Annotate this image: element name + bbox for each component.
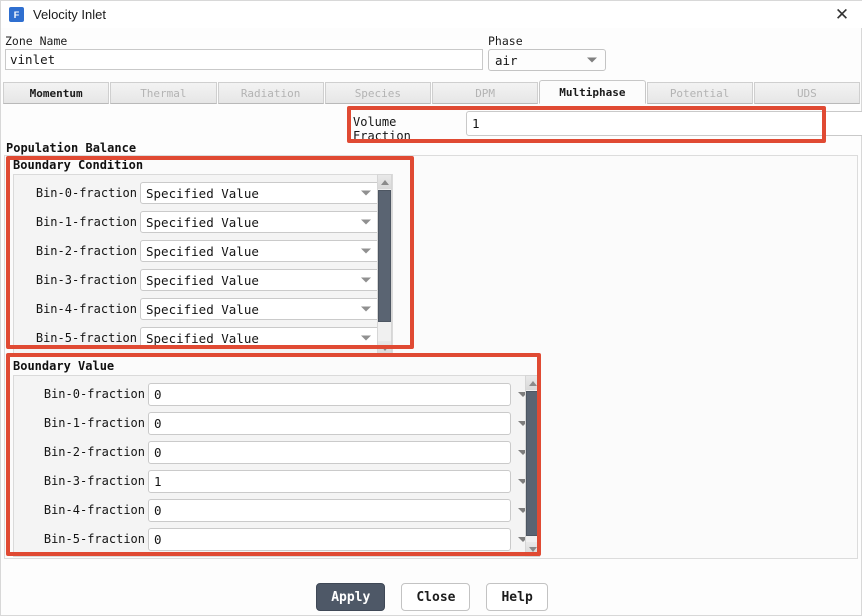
bin-value-label: Bin-1-fraction	[30, 416, 145, 430]
close-button[interactable]: Close	[401, 583, 470, 611]
chevron-down-icon	[361, 307, 371, 312]
scroll-down-icon[interactable]	[526, 542, 539, 556]
zone-name-label: Zone Name	[5, 34, 67, 48]
bin-condition-select[interactable]: Specified Value	[140, 327, 380, 349]
chevron-down-icon	[361, 249, 371, 254]
bin-value-input[interactable]	[148, 383, 511, 406]
bin-value-label: Bin-5-fraction	[30, 532, 145, 546]
bin-condition-label: Bin-2-fraction	[22, 244, 137, 258]
dialog-footer: Apply Close Help	[1, 577, 862, 616]
tab-momentum[interactable]: Momentum	[3, 82, 109, 104]
chevron-down-icon	[361, 278, 371, 283]
tab-label: UDS	[797, 87, 817, 100]
phase-label: Phase	[488, 34, 523, 48]
boundary-value-scrollbar[interactable]	[525, 375, 540, 557]
chevron-down-icon	[587, 58, 597, 63]
window-title: Velocity Inlet	[33, 7, 106, 22]
tab-species[interactable]: Species	[325, 82, 431, 104]
bin-condition-label: Bin-4-fraction	[22, 302, 137, 316]
help-button[interactable]: Help	[486, 583, 547, 611]
bin-value-input[interactable]	[148, 412, 511, 435]
bin-value-label: Bin-3-fraction	[30, 474, 145, 488]
bin-condition-select[interactable]: Specified Value	[140, 182, 380, 204]
title-bar: F Velocity Inlet ✕	[1, 1, 862, 28]
bin-condition-value: Specified Value	[146, 331, 259, 346]
chevron-down-icon	[361, 220, 371, 225]
volume-fraction-label: Volume Fraction	[353, 115, 411, 143]
scroll-up-icon[interactable]	[378, 175, 391, 189]
bin-condition-label: Bin-5-fraction	[22, 331, 137, 345]
bin-condition-select[interactable]: Specified Value	[140, 240, 380, 262]
apply-button[interactable]: Apply	[316, 583, 385, 611]
bin-condition-label: Bin-3-fraction	[22, 273, 137, 287]
close-icon[interactable]: ✕	[825, 1, 859, 28]
phase-select-value: air	[495, 53, 518, 68]
boundary-condition-title: Boundary Condition	[11, 158, 145, 172]
bin-condition-select[interactable]: Specified Value	[140, 298, 380, 320]
boundary-condition-list: Bin-0-fraction Specified Value Bin-1-fract…	[13, 174, 393, 356]
tab-label: Momentum	[30, 87, 83, 100]
bin-value-input[interactable]	[148, 528, 511, 551]
boundary-value-title: Boundary Value	[11, 359, 116, 373]
phase-select[interactable]: air	[488, 49, 606, 71]
tab-label: Species	[355, 87, 401, 100]
bin-condition-value: Specified Value	[146, 302, 259, 317]
bin-value-label: Bin-0-fraction	[30, 387, 145, 401]
tab-uds[interactable]: UDS	[754, 82, 860, 104]
tab-label: Potential	[670, 87, 730, 100]
fluent-f-icon: F	[9, 7, 24, 22]
bin-condition-value: Specified Value	[146, 273, 259, 288]
tab-label: Radiation	[241, 87, 301, 100]
population-balance-title: Population Balance	[6, 141, 136, 155]
scroll-up-icon[interactable]	[526, 376, 539, 390]
bin-condition-value: Specified Value	[146, 215, 259, 230]
tab-strip: Momentum Thermal Radiation Species DPM Multip…	[3, 82, 861, 104]
boundary-condition-scrollbar[interactable]	[377, 174, 392, 356]
bin-value-input[interactable]	[148, 441, 511, 464]
tab-thermal[interactable]: Thermal	[110, 82, 216, 104]
bin-value-input[interactable]	[148, 470, 511, 493]
chevron-down-icon	[361, 336, 371, 341]
bin-condition-select[interactable]: Specified Value	[140, 269, 380, 291]
tab-potential[interactable]: Potential	[647, 82, 753, 104]
chevron-down-icon	[361, 191, 371, 196]
bin-condition-label: Bin-1-fraction	[22, 215, 137, 229]
bin-condition-value: Specified Value	[146, 186, 259, 201]
tab-dpm[interactable]: DPM	[432, 82, 538, 104]
tab-label: Thermal	[140, 87, 186, 100]
boundary-value-list: Bin-0-fraction Bin-1-fraction Bin-2-fracti…	[13, 375, 538, 557]
tab-multiphase[interactable]: Multiphase	[539, 80, 645, 104]
zone-name-input[interactable]	[5, 49, 483, 70]
bin-value-input[interactable]	[148, 499, 511, 522]
population-balance-panel: Boundary Condition Bin-0-fraction Specifi…	[4, 155, 858, 559]
bin-condition-value: Specified Value	[146, 244, 259, 259]
scrollbar-thumb[interactable]	[378, 190, 391, 322]
volume-fraction-input[interactable]	[466, 111, 862, 136]
tab-label: Multiphase	[559, 86, 625, 99]
bin-condition-label: Bin-0-fraction	[22, 186, 137, 200]
velocity-inlet-dialog: F Velocity Inlet ✕ Zone Name Phase air M…	[0, 0, 862, 616]
bin-value-label: Bin-4-fraction	[30, 503, 145, 517]
bin-value-label: Bin-2-fraction	[30, 445, 145, 459]
tab-label: DPM	[475, 87, 495, 100]
tab-radiation[interactable]: Radiation	[218, 82, 324, 104]
bin-condition-select[interactable]: Specified Value	[140, 211, 380, 233]
scroll-down-icon[interactable]	[378, 341, 391, 355]
scrollbar-thumb[interactable]	[526, 391, 539, 536]
